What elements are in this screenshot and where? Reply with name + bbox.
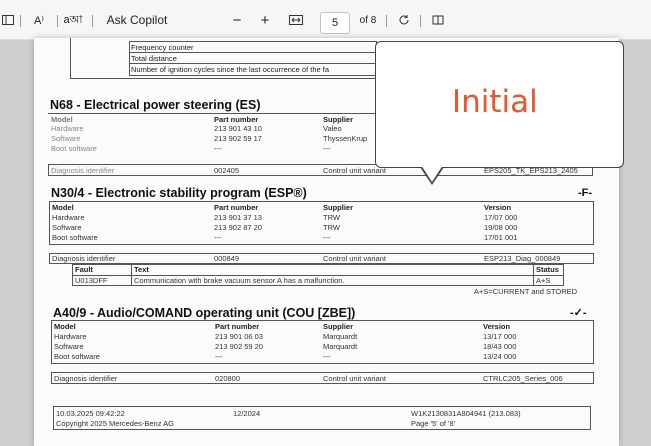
ask-copilot-button[interactable]: Ask Copilot bbox=[104, 0, 170, 40]
text-header: Text bbox=[134, 265, 149, 274]
col-supplier: Supplier bbox=[323, 203, 354, 212]
diag-id-value: 020800 bbox=[215, 374, 241, 383]
section-title: N30/4 - Electronic stability program (ES… bbox=[51, 186, 307, 200]
col-version: Version bbox=[484, 203, 512, 212]
section-title: A40/9 - Audio/COMAND operating unit (COU… bbox=[53, 306, 356, 320]
callout-arrow-fill bbox=[421, 165, 443, 182]
boot-part: --- bbox=[214, 233, 222, 242]
col-part-number: Part number bbox=[214, 203, 259, 212]
hardware-version: 13/17 000 bbox=[483, 332, 517, 341]
row-label-boot: Boot software bbox=[51, 144, 97, 153]
hardware-part: 213 901 06 03 bbox=[215, 332, 263, 341]
status-flag: -✓- bbox=[570, 307, 587, 319]
sidebar-toggle-icon[interactable] bbox=[0, 0, 16, 40]
section-title: N68 - Electrical power steering (ES) bbox=[50, 98, 261, 112]
table-row: Number of ignition cycles since the last… bbox=[131, 65, 330, 74]
hardware-part: 213 901 43 10 bbox=[214, 124, 262, 133]
page-view-icon[interactable] bbox=[430, 0, 446, 40]
software-supplier: TRW bbox=[323, 223, 340, 232]
row-label-software: Software bbox=[51, 134, 81, 143]
col-part-number: Part number bbox=[215, 322, 260, 331]
software-part: 213 902 59 17 bbox=[214, 134, 262, 143]
software-supplier: ThyssenKrup bbox=[323, 134, 368, 143]
hardware-supplier: TRW bbox=[323, 213, 340, 222]
col-supplier: Supplier bbox=[323, 322, 354, 331]
footer-vin: W1K2130831A804941 (213.083) bbox=[411, 409, 521, 418]
software-part: 213 902 87 20 bbox=[214, 223, 262, 232]
fault-flag: -F- bbox=[578, 187, 593, 199]
fit-width-icon[interactable] bbox=[288, 0, 304, 40]
fault-header: Fault bbox=[75, 265, 93, 274]
pdf-toolbar: A⁾ aআ Ask Copilot − + 5 of 8 bbox=[0, 0, 651, 40]
hardware-supplier: Valeo bbox=[323, 124, 342, 133]
row-label-software: Software bbox=[52, 223, 82, 232]
row-label-model: Model bbox=[51, 115, 73, 124]
hardware-version: 17/07 000 bbox=[484, 213, 518, 222]
software-part: 213 902 59 20 bbox=[215, 342, 263, 351]
status-legend: A+S=CURRENT and STORED bbox=[474, 287, 578, 296]
col-version: Version bbox=[483, 322, 511, 331]
footer-version: 12/2024 bbox=[233, 409, 261, 418]
col-supplier: Supplier bbox=[323, 115, 354, 124]
hardware-part: 213 901 37 13 bbox=[214, 213, 262, 222]
diag-id-value: 002405 bbox=[214, 166, 240, 175]
footer-copyright: Copyright 2025 Mercedes-Benz AG bbox=[56, 419, 174, 428]
table-row: Frequency counter bbox=[131, 43, 194, 52]
row-label-software: Software bbox=[54, 342, 84, 351]
variant-value: CTRLC205_Series_006 bbox=[483, 374, 563, 383]
status-header: Status bbox=[536, 265, 559, 274]
software-version: 19/08 000 bbox=[484, 223, 518, 232]
boot-supplier: --- bbox=[323, 233, 331, 242]
boot-part: --- bbox=[214, 144, 222, 153]
boot-version: 13/24 000 bbox=[483, 352, 517, 361]
table-row: Total distance bbox=[131, 54, 177, 63]
software-version: 18/43 000 bbox=[483, 342, 517, 351]
row-label-boot: Boot software bbox=[52, 233, 98, 242]
callout-text: Initial bbox=[452, 84, 538, 120]
footer-page: Page '5' of '8' bbox=[411, 419, 456, 428]
row-label-model: Model bbox=[52, 203, 74, 212]
boot-part: --- bbox=[215, 352, 223, 361]
translate-button[interactable]: aআ bbox=[62, 0, 84, 40]
zoom-in-button[interactable]: + bbox=[258, 0, 272, 40]
row-label-model: Model bbox=[54, 322, 76, 331]
variant-label: Control unit variant bbox=[323, 166, 386, 175]
diag-id-label: Diagnosis identifier bbox=[54, 374, 118, 383]
diag-id-value: 000849 bbox=[214, 254, 240, 263]
variant-value: ESP213_Diag_000849 bbox=[484, 254, 561, 263]
boot-supplier: --- bbox=[323, 352, 331, 361]
page-number-input[interactable]: 5 bbox=[320, 12, 350, 34]
hardware-supplier: Marquardt bbox=[323, 332, 358, 341]
software-supplier: Marquardt bbox=[323, 342, 358, 351]
read-aloud-button[interactable]: A⁾ bbox=[28, 0, 50, 40]
fault-text: Communication with brake vacuum sensor A… bbox=[134, 276, 345, 285]
col-part-number: Part number bbox=[214, 115, 259, 124]
row-label-hardware: Hardware bbox=[54, 332, 87, 341]
zoom-out-button[interactable]: − bbox=[230, 0, 244, 40]
fault-status: A+S bbox=[536, 276, 551, 285]
diag-id-label: Diagnosis identifier bbox=[52, 254, 116, 263]
row-label-hardware: Hardware bbox=[51, 124, 84, 133]
page-count: of 8 bbox=[359, 14, 377, 26]
fault-code: U013DFF bbox=[75, 276, 108, 285]
diag-id-label: Diagnosis identifier bbox=[51, 166, 115, 175]
variant-label: Control unit variant bbox=[323, 374, 386, 383]
rotate-icon[interactable] bbox=[396, 0, 412, 40]
variant-label: Control unit variant bbox=[323, 254, 386, 263]
boot-supplier: --- bbox=[323, 144, 331, 153]
row-label-boot: Boot software bbox=[54, 352, 100, 361]
row-label-hardware: Hardware bbox=[52, 213, 85, 222]
footer-datetime: 10.03.2025 09:42:22 bbox=[56, 409, 125, 418]
boot-version: 17/01 001 bbox=[484, 233, 518, 242]
